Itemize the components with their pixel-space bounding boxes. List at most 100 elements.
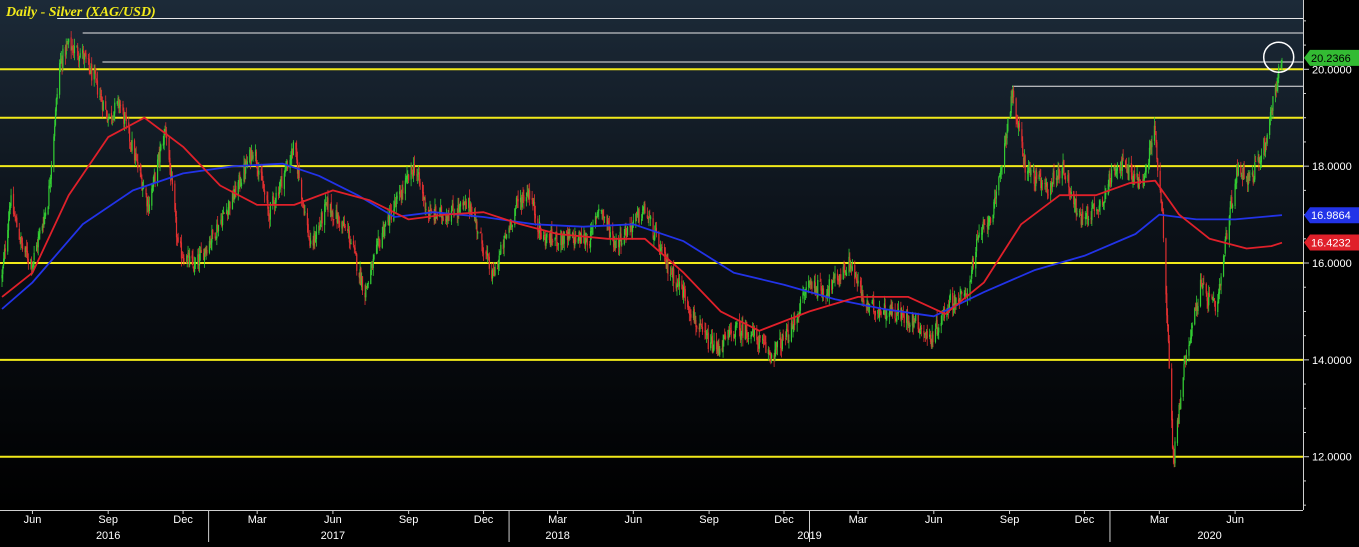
candle-body: [554, 237, 556, 241]
candle: [292, 140, 294, 156]
candle-body: [481, 233, 483, 244]
candle-body: [972, 258, 974, 268]
candle-body: [1165, 238, 1167, 295]
candle-body: [365, 286, 367, 298]
candle-body: [1, 274, 3, 279]
candle-body: [465, 201, 467, 210]
candle-body: [1007, 118, 1009, 132]
candle-body: [652, 218, 654, 239]
x-tick-label: Jun: [1226, 514, 1244, 526]
candle-body: [924, 333, 927, 335]
candle-body: [1220, 276, 1222, 286]
candle-body: [805, 287, 807, 290]
candle-body: [990, 217, 992, 224]
candle-body: [1206, 293, 1208, 301]
candle-body: [1214, 300, 1216, 312]
candle-body: [1027, 167, 1030, 173]
candle-body: [589, 231, 592, 248]
candle-body: [707, 332, 709, 350]
candle-body: [1202, 284, 1204, 288]
plot-background: [0, 0, 1303, 510]
candle: [1224, 236, 1226, 257]
candle-body: [786, 328, 788, 330]
candle-body: [452, 203, 454, 213]
candle-body: [1243, 165, 1245, 179]
candle-body: [222, 215, 224, 226]
year-label: 2020: [1197, 530, 1221, 542]
candle-body: [886, 315, 888, 319]
candle-body: [223, 212, 225, 214]
candle-body: [747, 334, 749, 338]
candle-body: [1111, 169, 1113, 183]
candle-body: [1252, 174, 1254, 183]
candle-body: [623, 236, 625, 245]
candle-body: [1156, 142, 1158, 160]
candle-body: [10, 195, 12, 206]
candle-body: [1168, 340, 1170, 369]
candle-body: [105, 101, 107, 110]
candle-body: [678, 281, 681, 287]
candle-body: [696, 325, 698, 329]
candle-body: [802, 292, 804, 299]
candle-body: [214, 232, 216, 239]
candle-body: [811, 282, 813, 290]
candle-body: [41, 225, 43, 231]
candle-body: [1121, 158, 1123, 171]
candle-body: [78, 57, 80, 62]
candle-body: [1258, 155, 1260, 164]
candle-body: [602, 210, 604, 217]
candle-body: [32, 261, 34, 267]
candle-body: [796, 318, 798, 324]
candle-body: [114, 102, 116, 114]
candle-body: [751, 334, 753, 335]
candle-body: [608, 220, 610, 225]
candle-body: [1172, 447, 1174, 457]
candle-body: [1222, 255, 1225, 277]
candle-body: [1105, 193, 1107, 195]
candle-body: [1000, 168, 1002, 172]
candle-body: [1064, 173, 1066, 175]
candle-body: [746, 330, 748, 335]
candle-body: [687, 305, 690, 310]
candle: [1165, 237, 1167, 303]
candle: [174, 180, 176, 213]
candle-body: [1116, 164, 1118, 171]
candle: [1174, 437, 1176, 468]
candle-body: [1200, 279, 1202, 285]
candle-body: [185, 262, 187, 264]
candle-body: [941, 313, 943, 325]
candle-body: [557, 245, 559, 246]
candle-body: [107, 118, 109, 121]
candle-body: [361, 276, 364, 291]
candle-body: [670, 273, 672, 275]
candle-body: [1218, 292, 1220, 304]
candle-body: [367, 282, 369, 285]
candle-body: [1197, 306, 1199, 312]
candle-body: [156, 159, 159, 183]
candle-body: [715, 341, 718, 350]
candle-body: [168, 137, 170, 160]
candle-body: [496, 267, 499, 270]
candle-body: [701, 327, 704, 332]
candle-body: [1188, 344, 1190, 356]
candle-body: [189, 256, 191, 266]
candle-body: [1075, 198, 1077, 214]
candle: [303, 203, 305, 217]
price-chart: 12.0000 14.0000 16.0000 18.0000 20.0000 Jun S…: [0, 0, 1359, 542]
candle-body: [828, 279, 830, 298]
candle-body: [1174, 441, 1176, 464]
candle-body: [169, 157, 171, 168]
candle-body: [994, 198, 996, 204]
candle-body: [934, 328, 937, 342]
candle-body: [315, 231, 318, 240]
candle-body: [1218, 284, 1221, 294]
candle-body: [1001, 167, 1003, 169]
candle-body: [1211, 295, 1213, 299]
candle-body: [85, 53, 87, 59]
candle-body: [182, 257, 184, 259]
candle-body: [913, 320, 915, 327]
candle-body: [96, 80, 99, 95]
candle-body: [661, 247, 663, 248]
candle-body: [332, 212, 334, 220]
candle-body: [780, 337, 782, 348]
